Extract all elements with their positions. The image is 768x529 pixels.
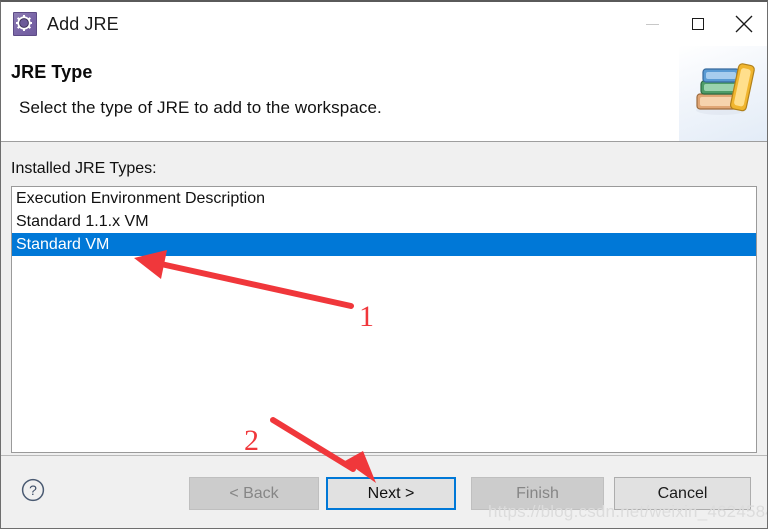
gear-icon — [13, 12, 37, 36]
list-item[interactable]: Standard 1.1.x VM — [12, 210, 756, 233]
dialog-body: Installed JRE Types: Execution Environme… — [1, 142, 767, 455]
jre-types-listbox[interactable]: Execution Environment Description Standa… — [11, 186, 757, 453]
minimize-icon — [645, 23, 659, 25]
list-item[interactable]: Standard VM — [12, 233, 756, 256]
installed-jre-types-label: Installed JRE Types: — [11, 160, 157, 177]
maximize-button[interactable] — [675, 2, 721, 46]
page-description: Select the type of JRE to add to the wor… — [19, 98, 382, 117]
close-icon — [735, 15, 753, 33]
back-button[interactable]: < Back — [189, 477, 319, 510]
minimize-button[interactable] — [629, 2, 675, 46]
help-question-icon[interactable]: ? — [21, 478, 45, 502]
close-button[interactable] — [721, 2, 767, 46]
dialog-footer: ? < Back Next > Finish Cancel — [1, 455, 767, 528]
cancel-button[interactable]: Cancel — [614, 477, 751, 510]
header-banner — [679, 46, 767, 141]
window-title: Add JRE — [47, 13, 119, 34]
books-icon — [696, 63, 755, 115]
title-bar-left: Add JRE — [1, 12, 629, 36]
list-item[interactable]: Execution Environment Description — [12, 187, 756, 210]
maximize-icon — [692, 18, 704, 30]
svg-text:?: ? — [29, 482, 37, 498]
finish-button[interactable]: Finish — [471, 477, 604, 510]
add-jre-dialog: Add JRE JRE Type Select the type of JRE … — [0, 0, 768, 529]
wizard-header: JRE Type Select the type of JRE to add t… — [1, 46, 767, 142]
page-title: JRE Type — [11, 62, 93, 82]
title-bar[interactable]: Add JRE — [1, 2, 767, 46]
next-button[interactable]: Next > — [326, 477, 456, 510]
